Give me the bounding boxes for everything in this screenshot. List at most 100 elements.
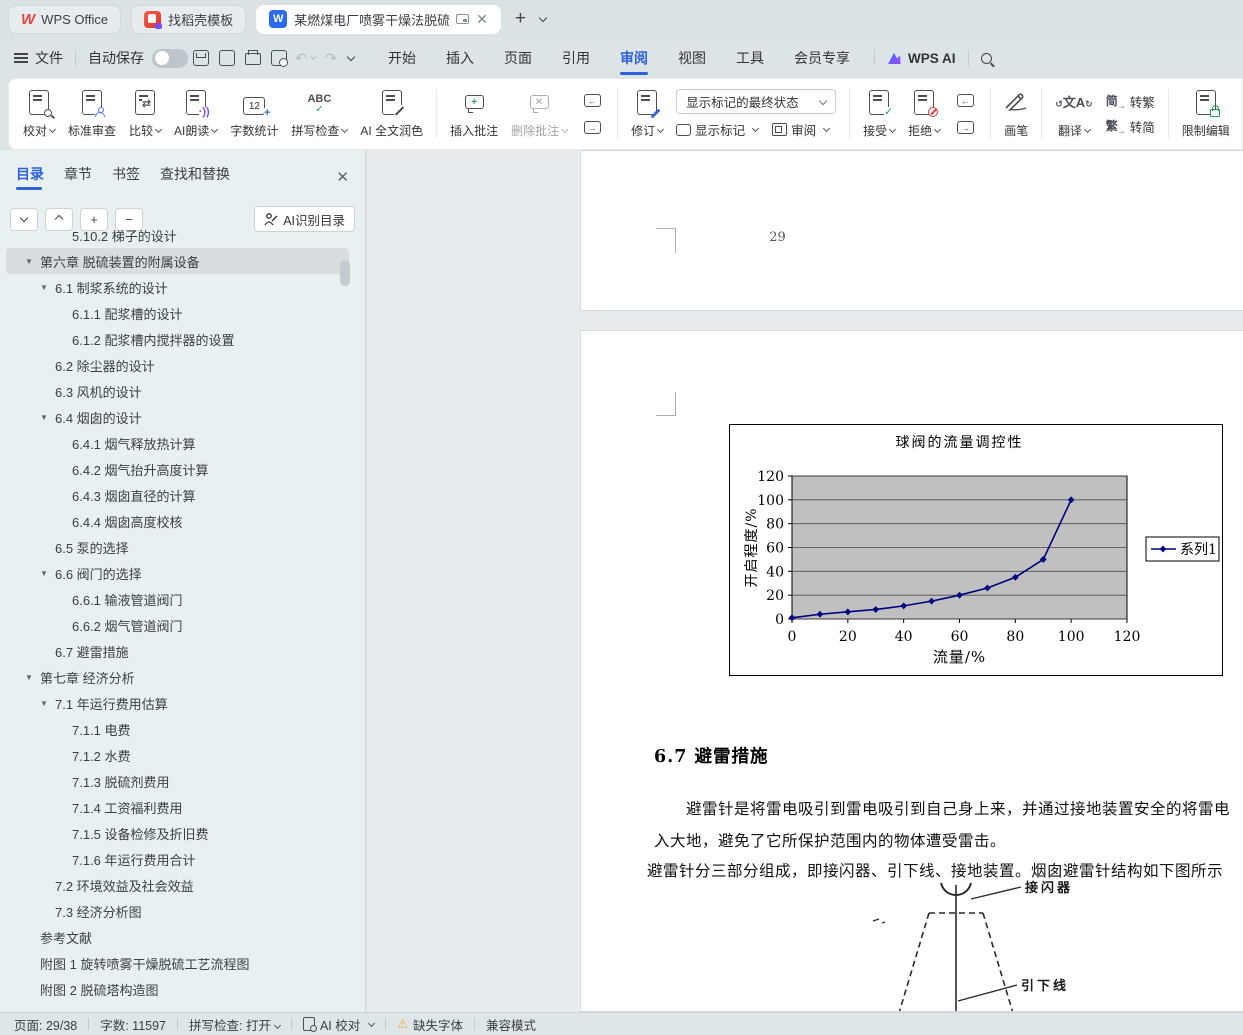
print-preview-button[interactable]	[266, 45, 292, 71]
word-count-button[interactable]: 12 + 字数统计	[230, 89, 278, 139]
tab-list-chevron-icon[interactable]	[538, 13, 548, 23]
sidebar-tab-章节[interactable]: 章节	[64, 164, 92, 190]
to-traditional-button[interactable]: 简→ 转繁	[1106, 92, 1155, 111]
tab-docer-templates[interactable]: 找稻壳模板	[131, 4, 247, 34]
zoom-out-button[interactable]: −	[115, 207, 143, 231]
menu-tab-页面[interactable]: 页面	[504, 38, 532, 78]
toc-item[interactable]: ▼ 第七章 经济分析	[6, 664, 349, 690]
new-tab-button[interactable]: +	[515, 8, 526, 30]
toc-item[interactable]: 7.1.2 水费	[6, 742, 349, 768]
tab-wps-office[interactable]: W WPS Office	[8, 4, 122, 34]
toc-item[interactable]: 6.5 泵的选择	[6, 534, 349, 560]
missing-font-warning[interactable]: ⚠ 缺失字体	[397, 1015, 463, 1034]
toc-item[interactable]: ▼ 7.1 年运行费用估算	[6, 690, 349, 716]
markup-state-dropdown[interactable]: 显示标记的最终状态	[676, 89, 837, 114]
expand-all-button[interactable]	[10, 207, 38, 231]
print-button[interactable]	[240, 45, 266, 71]
toc-expand-icon[interactable]: ▼	[40, 413, 55, 422]
toc-item[interactable]: ▼ 6.4 烟囱的设计	[6, 404, 349, 430]
spell-check-button[interactable]: ABC ✓ 拼写检查	[291, 89, 349, 139]
toc-item[interactable]: 7.3 经济分析图	[6, 898, 349, 924]
compatibility-mode-badge[interactable]: 兼容模式	[486, 1015, 536, 1034]
document-viewport[interactable]: 29 0 20 40 60 80 100 120 0 20 40 60 80 100 120 球阀的流量调控…	[367, 150, 1243, 1012]
toc-expand-icon[interactable]: ▼	[25, 257, 40, 266]
proofread-button[interactable]: 校对	[23, 89, 57, 139]
toc-item[interactable]: 参考文献	[6, 924, 349, 950]
toc-item[interactable]: 附图 1 旋转喷雾干燥脱硫工艺流程图	[6, 950, 349, 976]
toc-item[interactable]: ▼ 6.6 阀门的选择	[6, 560, 349, 586]
review-pane-button[interactable]: 审阅	[772, 120, 831, 139]
toc-expand-icon[interactable]: ▼	[25, 673, 40, 682]
menu-tab-会员专享[interactable]: 会员专享	[794, 38, 850, 78]
reject-button[interactable]: 拒绝	[908, 89, 942, 139]
track-changes-button[interactable]: 修订	[631, 89, 665, 139]
toc-item[interactable]: 附图 2 脱硫塔构造图	[6, 976, 349, 1002]
save-button[interactable]	[188, 45, 214, 71]
file-menu[interactable]: 文件	[35, 48, 63, 68]
menu-tab-插入[interactable]: 插入	[446, 38, 474, 78]
menu-tab-视图[interactable]: 视图	[678, 38, 706, 78]
toc-item[interactable]: 6.7 避雷措施	[6, 638, 349, 664]
toc-item[interactable]: 7.1.3 脱硫剂费用	[6, 768, 349, 794]
toc-item[interactable]: 6.4.4 烟囱高度校核	[6, 508, 349, 534]
close-sidebar-icon[interactable]: ✕	[336, 168, 349, 186]
sidebar-tab-书签[interactable]: 书签	[112, 164, 140, 190]
sidebar-tab-查找和替换[interactable]: 查找和替换	[160, 164, 230, 190]
next-comment-button[interactable]: →	[580, 119, 604, 137]
hamburger-menu-icon[interactable]	[14, 57, 28, 59]
insert-comment-button[interactable]: + 插入批注	[450, 89, 498, 139]
redo-button[interactable]: ↷	[318, 45, 344, 71]
toc-item[interactable]: 6.2 除尘器的设计	[6, 352, 349, 378]
toc-item[interactable]: 6.4.2 烟气抬升高度计算	[6, 456, 349, 482]
toc-item[interactable]: 6.6.1 输液管道阀门	[6, 586, 349, 612]
sidebar-tab-目录[interactable]: 目录	[16, 164, 44, 190]
close-tab-icon[interactable]: ✕	[476, 12, 488, 26]
toc-item[interactable]: ▼ 6.1 制浆系统的设计	[6, 274, 349, 300]
toc-item[interactable]: 7.1.4 工资福利费用	[6, 794, 349, 820]
menu-tab-工具[interactable]: 工具	[736, 38, 764, 78]
previous-comment-button[interactable]: ←	[580, 92, 604, 110]
translate-button[interactable]: ↺文A↻ 翻译	[1055, 89, 1092, 139]
toc-item[interactable]: 6.4.3 烟囱直径的计算	[6, 482, 349, 508]
wps-ai-button[interactable]: WPS AI	[887, 51, 956, 66]
compare-button[interactable]: ⇄ 比较	[129, 89, 163, 139]
toc-item[interactable]: 6.3 风机的设计	[6, 378, 349, 404]
tab-document[interactable]: W 某燃煤电厂喷雾干燥法脱硫系 ✕	[256, 4, 501, 34]
show-markup-button[interactable]: 显示标记	[676, 120, 760, 139]
toc-item[interactable]: 7.1.1 电费	[6, 716, 349, 742]
toc-item[interactable]: 6.1.1 配浆槽的设计	[6, 300, 349, 326]
toc-expand-icon[interactable]: ▼	[40, 569, 55, 578]
delete-comment-button[interactable]: ✕ 删除批注	[511, 89, 569, 139]
float-window-icon[interactable]	[456, 14, 470, 24]
undo-button[interactable]: ↶	[292, 45, 318, 71]
ai-recognize-toc-button[interactable]: AI识别目录	[254, 206, 355, 232]
search-icon[interactable]	[980, 52, 992, 64]
toc-item[interactable]: 7.1.5 设备检修及折旧费	[6, 820, 349, 846]
menu-tab-开始[interactable]: 开始	[388, 38, 416, 78]
toc-item[interactable]: ▼ 第六章 脱硫装置的附属设备	[6, 248, 349, 274]
quick-access-chevron-icon[interactable]	[346, 52, 356, 62]
menu-tab-审阅[interactable]: 审阅	[620, 38, 648, 78]
word-count-indicator[interactable]: 字数: 11597	[100, 1015, 166, 1034]
next-change-button[interactable]: →	[953, 119, 977, 137]
toc-expand-icon[interactable]: ▼	[40, 283, 55, 292]
output-button[interactable]	[214, 45, 240, 71]
toc-item[interactable]: 7.1.6 年运行费用合计	[6, 846, 349, 872]
ai-polish-button[interactable]: AI 全文润色	[360, 89, 423, 139]
toc-item[interactable]: 5.10.2 梯子的设计	[6, 230, 349, 248]
pen-button[interactable]: 画笔	[1004, 89, 1028, 139]
collapse-all-button[interactable]	[45, 207, 73, 231]
toc-item[interactable]: 7.2 环境效益及社会效益	[6, 872, 349, 898]
autosave-toggle[interactable]	[152, 48, 188, 68]
toc-expand-icon[interactable]: ▼	[40, 699, 55, 708]
menu-tab-引用[interactable]: 引用	[562, 38, 590, 78]
previous-change-button[interactable]: ←	[953, 92, 977, 110]
standard-review-button[interactable]: 标准审查	[68, 89, 116, 139]
to-simplified-button[interactable]: 繁→ 转简	[1106, 117, 1155, 136]
accept-button[interactable]: ✓ 接受	[863, 89, 897, 139]
ai-read-button[interactable]: ·)) AI朗读	[174, 89, 219, 139]
sidebar-scrollbar-thumb[interactable]	[340, 260, 350, 286]
page-indicator[interactable]: 页面: 29/38	[14, 1015, 77, 1034]
spell-check-status[interactable]: 拼写检查: 打开	[189, 1015, 282, 1034]
toc-item[interactable]: 6.6.2 烟气管道阀门	[6, 612, 349, 638]
